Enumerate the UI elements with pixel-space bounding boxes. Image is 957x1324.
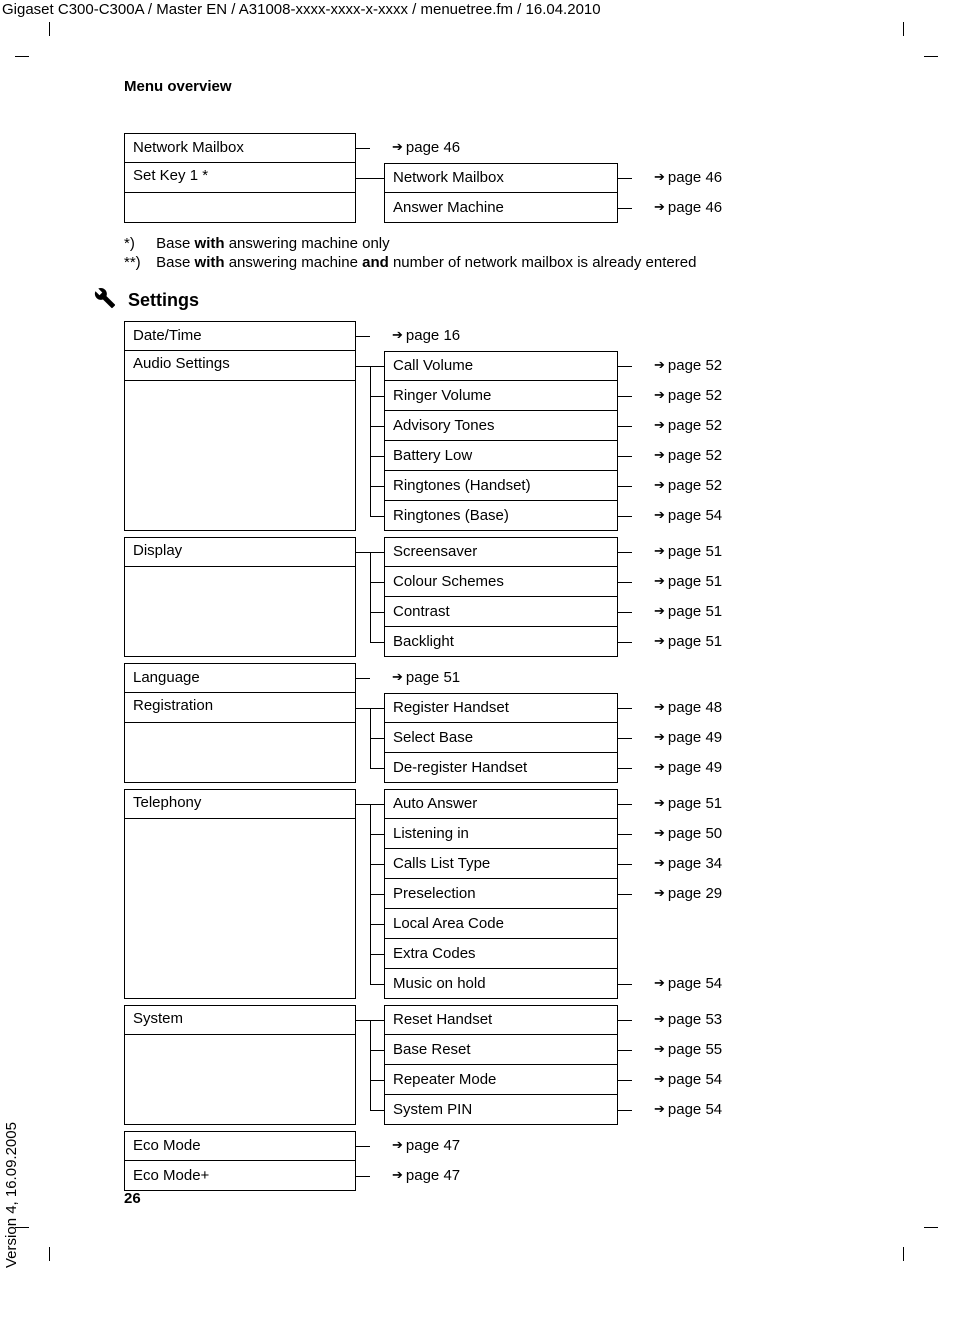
page-ref: page 51 — [646, 597, 766, 627]
menu-item: Display — [124, 537, 356, 567]
submenu-item: Ringtones (Handset) — [384, 471, 618, 501]
page-ref: page 47 — [384, 1161, 618, 1191]
page-ref: page 52 — [646, 471, 766, 501]
running-head: Menu overview — [124, 78, 884, 95]
submenu-item: Reset Handset — [384, 1005, 618, 1035]
submenu-item: Repeater Mode — [384, 1065, 618, 1095]
submenu-item: Screensaver — [384, 537, 618, 567]
page-ref: page 55 — [646, 1035, 766, 1065]
menu-item: Audio Settings — [124, 351, 356, 381]
page-ref: page 46 — [384, 133, 618, 163]
submenu-item: De-register Handset — [384, 753, 618, 783]
page-ref: page 54 — [646, 1065, 766, 1095]
submenu-item: Select Base — [384, 723, 618, 753]
footnote-mark: *) — [124, 235, 152, 252]
submenu-item: Base Reset — [384, 1035, 618, 1065]
menu-item: Registration — [124, 693, 356, 723]
page-number: 26 — [124, 1190, 141, 1207]
submenu-item: Call Volume — [384, 351, 618, 381]
submenu-item: Network Mailbox — [384, 163, 618, 193]
page-ref: page 50 — [646, 819, 766, 849]
menu-item: Telephony — [124, 789, 356, 819]
submenu-item: Auto Answer — [384, 789, 618, 819]
page-ref: page 48 — [646, 693, 766, 723]
page-ref: page 54 — [646, 1095, 766, 1125]
submenu-item: Calls List Type — [384, 849, 618, 879]
footnotes: *) Base with answering machine only **) … — [124, 235, 884, 271]
page-content: Menu overview Network Mailbox page 46 Se… — [124, 78, 884, 1203]
version-text: Version 4, 16.09.2005 — [3, 1122, 20, 1268]
page-ref: page 34 — [646, 849, 766, 879]
submenu-item: Ringer Volume — [384, 381, 618, 411]
submenu-item: Ringtones (Base) — [384, 501, 618, 531]
page-ref — [646, 909, 766, 939]
menu-item: Language — [124, 663, 356, 693]
page-ref: page 51 — [646, 789, 766, 819]
submenu-item: Advisory Tones — [384, 411, 618, 441]
page-ref: page 46 — [646, 163, 766, 193]
menu-item: Eco Mode+ — [124, 1161, 356, 1191]
menu-item: Eco Mode — [124, 1131, 356, 1161]
submenu-item: Answer Machine — [384, 193, 618, 223]
submenu-item: Register Handset — [384, 693, 618, 723]
menu-item: Network Mailbox — [124, 133, 356, 163]
page-ref: page 49 — [646, 723, 766, 753]
page-ref: page 52 — [646, 411, 766, 441]
menu-item: Set Key 1 * — [124, 163, 356, 193]
submenu-item: Preselection — [384, 879, 618, 909]
page-ref: page 52 — [646, 441, 766, 471]
page-ref: page 51 — [646, 537, 766, 567]
page-ref: page 54 — [646, 501, 766, 531]
submenu-item: Local Area Code — [384, 909, 618, 939]
settings-header: Settings — [94, 287, 884, 313]
page-ref: page 52 — [646, 381, 766, 411]
page-ref: page 46 — [646, 193, 766, 223]
page-ref: page 16 — [384, 321, 618, 351]
submenu-item: Extra Codes — [384, 939, 618, 969]
submenu-item: Listening in — [384, 819, 618, 849]
page-ref: page 49 — [646, 753, 766, 783]
settings-tree: Date/Time page 16 Audio Settings Call Volum… — [124, 321, 884, 1191]
page-ref: page 51 — [384, 663, 618, 693]
submenu-item: Music on hold — [384, 969, 618, 999]
submenu-item: Battery Low — [384, 441, 618, 471]
header-path: Gigaset C300-C300A / Master EN / A31008-… — [2, 1, 601, 18]
page-ref: page 51 — [646, 627, 766, 657]
footnote-mark: **) — [124, 254, 152, 271]
submenu-item: Backlight — [384, 627, 618, 657]
page-ref: page 53 — [646, 1005, 766, 1035]
page-ref: page 47 — [384, 1131, 618, 1161]
page-ref — [646, 939, 766, 969]
menu-item: System — [124, 1005, 356, 1035]
page-ref: page 29 — [646, 879, 766, 909]
page-ref: page 52 — [646, 351, 766, 381]
menu-item: Date/Time — [124, 321, 356, 351]
settings-title: Settings — [128, 290, 199, 311]
submenu-item: Contrast — [384, 597, 618, 627]
page-ref: page 54 — [646, 969, 766, 999]
submenu-item: Colour Schemes — [384, 567, 618, 597]
wrench-icon — [94, 287, 116, 313]
submenu-item: System PIN — [384, 1095, 618, 1125]
top-tree: Network Mailbox page 46 Set Key 1 * Netw… — [124, 133, 884, 223]
page-ref: page 51 — [646, 567, 766, 597]
